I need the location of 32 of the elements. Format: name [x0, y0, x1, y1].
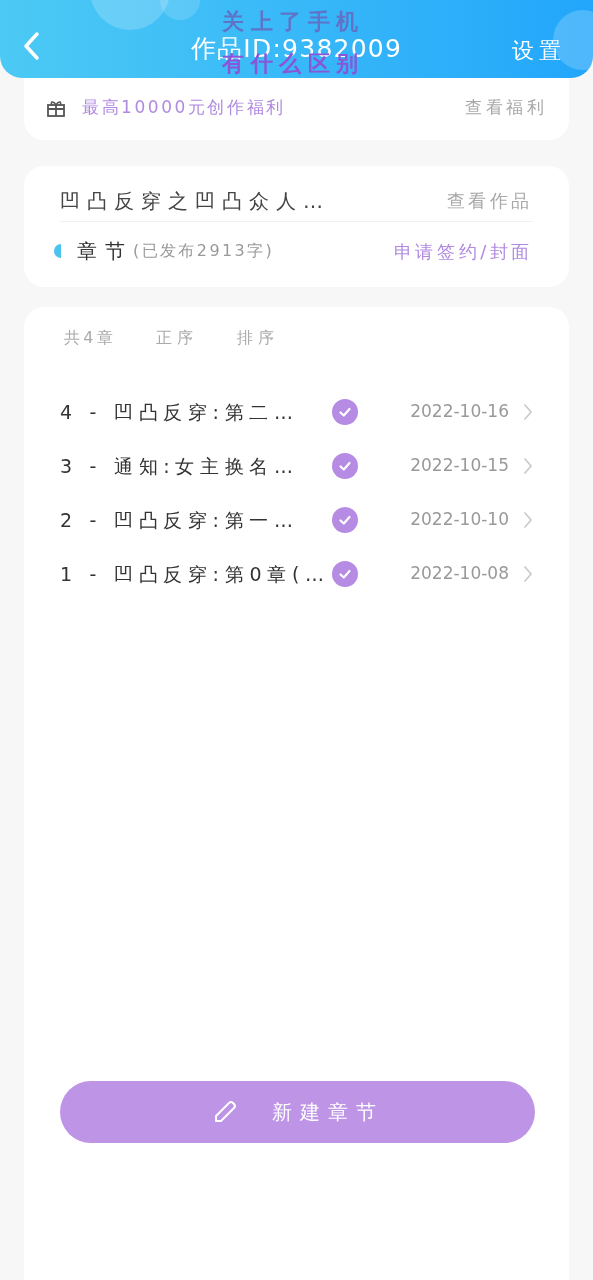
- chapter-title: 2 - 凹凸反穿:第一…: [60, 507, 300, 533]
- view-welfare-link[interactable]: 查看福利: [465, 95, 547, 121]
- chapter-date: 2022-10-16: [410, 400, 509, 424]
- settings-link[interactable]: 设置: [512, 34, 565, 67]
- order-button[interactable]: 正序: [155, 326, 198, 350]
- chapter-title: 1 - 凹凸反穿:第0章(…: [60, 561, 331, 587]
- section-marker-icon: [54, 244, 61, 258]
- sort-button[interactable]: 排序: [237, 326, 279, 350]
- section-label: 章节: [77, 238, 133, 265]
- chapter-date: 2022-10-10: [410, 508, 509, 532]
- chapter-count: 共4章: [64, 327, 116, 349]
- chapter-row[interactable]: 2 - 凹凸反穿:第一… 2022-10-10: [60, 493, 533, 547]
- chapter-title: 4 - 凹凸反穿:第二…: [60, 399, 300, 425]
- welfare-text: 最高10000元创作福利: [82, 96, 286, 120]
- new-chapter-button[interactable]: 新建章节: [60, 1081, 535, 1143]
- chevron-right-icon: [523, 565, 533, 583]
- chevron-right-icon: [523, 511, 533, 529]
- chapter-row[interactable]: 3 - 通知:女主换名… 2022-10-15: [60, 439, 533, 493]
- published-count: (已发布2913字): [133, 240, 275, 262]
- back-icon[interactable]: [22, 30, 42, 62]
- chevron-right-icon: [523, 457, 533, 475]
- gift-icon: [46, 98, 66, 118]
- chapter-date: 2022-10-08: [410, 562, 509, 586]
- overlay-caption: 关上了手机: [222, 8, 365, 36]
- chapter-title: 3 - 通知:女主换名…: [60, 453, 300, 479]
- apply-contract-link[interactable]: 申请签约/封面: [393, 237, 533, 265]
- chapter-date: 2022-10-15: [410, 454, 509, 478]
- chapter-row[interactable]: 1 - 凹凸反穿:第0章(… 2022-10-08: [60, 547, 533, 601]
- work-title: 凹凸反穿之凹凸众人…: [60, 187, 330, 215]
- chevron-right-icon: [523, 403, 533, 421]
- chapter-row[interactable]: 4 - 凹凸反穿:第二… 2022-10-16: [60, 385, 533, 439]
- view-work-link[interactable]: 查看作品: [446, 187, 533, 214]
